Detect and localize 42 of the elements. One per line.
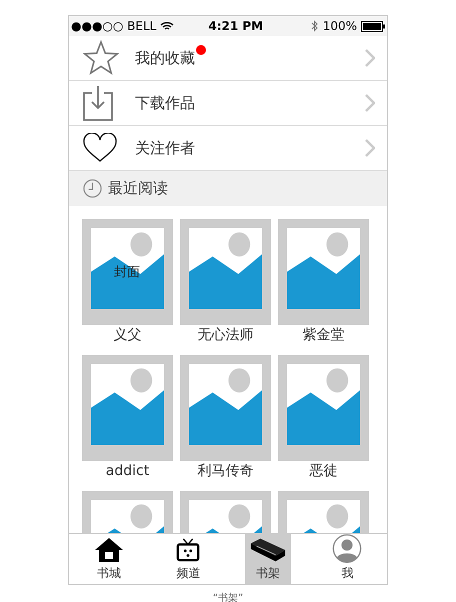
carrier-text: ●●●○○ BELL: [71, 19, 156, 33]
menu-item[interactable]: 下载作品: [69, 81, 387, 126]
image-placeholder-icon: [91, 228, 164, 309]
book-title: 恶徒: [310, 462, 338, 481]
image-placeholder-icon: [189, 228, 262, 309]
book-cover[interactable]: [278, 355, 369, 461]
cover-label: 封面: [114, 264, 140, 281]
book-cover[interactable]: [180, 219, 271, 325]
book-title: addict: [106, 462, 150, 481]
clock-text: 4:21 PM: [208, 19, 264, 33]
books-icon: [248, 537, 287, 563]
book-cover[interactable]: [82, 355, 173, 461]
heart-icon: [83, 133, 117, 163]
bluetooth-icon: [310, 20, 319, 32]
chevron-icon: [365, 94, 375, 112]
book-cover[interactable]: [278, 219, 369, 325]
menu-label: 关注作者: [135, 138, 195, 158]
wifi-icon: [160, 21, 174, 31]
book-title: 无心法师: [198, 326, 254, 345]
download-icon: [83, 85, 113, 121]
menu-label: 下载作品: [135, 94, 195, 112]
star-icon: [83, 40, 119, 76]
book-cover[interactable]: [180, 355, 271, 461]
chevron-icon: [365, 49, 375, 67]
tv-icon: [176, 537, 200, 563]
tab[interactable]: 书架: [244, 534, 291, 584]
menu-label: 我的收藏: [135, 48, 195, 68]
section-title: 最近阅读: [108, 179, 168, 198]
menu-item[interactable]: 我的收藏: [69, 36, 387, 81]
battery-text: 100%: [322, 19, 357, 33]
image-placeholder-icon: [287, 228, 360, 309]
book-title: 紫金堂: [302, 326, 344, 345]
chevron-icon: [365, 139, 375, 157]
home-icon: [94, 537, 124, 563]
book-title: 利马传奇: [198, 462, 254, 481]
book-cover[interactable]: 封面: [82, 219, 173, 325]
clock-icon: [83, 179, 102, 198]
image-placeholder-icon: [189, 364, 262, 445]
image-placeholder-icon: [91, 364, 164, 445]
image-placeholder-icon: [287, 364, 360, 445]
battery-icon: [361, 20, 385, 32]
book-title: 义父: [114, 326, 142, 345]
